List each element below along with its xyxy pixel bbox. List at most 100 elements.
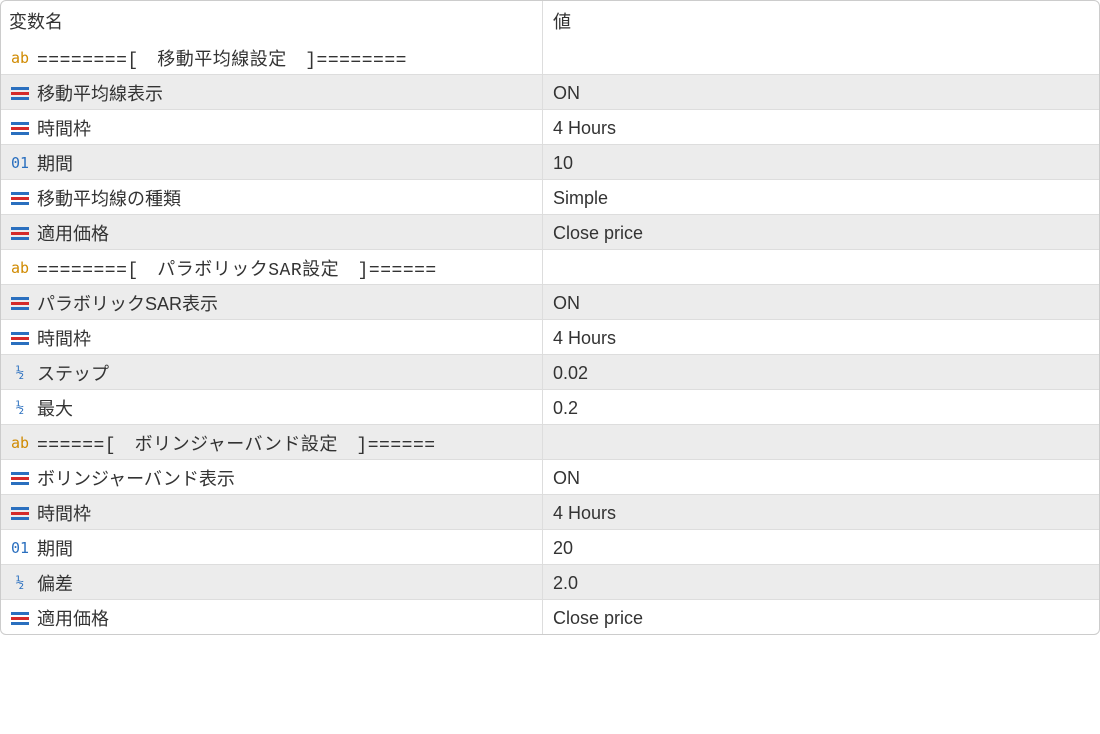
table-row[interactable]: 移動平均線表示 ON	[1, 74, 1099, 109]
param-name-label: 時間枠	[37, 115, 91, 141]
type-double-icon: ½	[9, 362, 31, 384]
param-name-label: ========[ パラボリックSAR設定 ]======	[37, 255, 437, 281]
table-row[interactable]: ½ 偏差 2.0	[1, 564, 1099, 599]
param-value-label: Close price	[553, 223, 643, 244]
param-value-cell[interactable]: Simple	[543, 180, 1099, 214]
param-name-label: 時間枠	[37, 500, 91, 526]
param-name-cell: 01 期間	[1, 530, 543, 564]
type-enum-icon	[9, 327, 31, 349]
param-value-label: 0.2	[553, 398, 578, 419]
param-name-cell: ab ========[ 移動平均線設定 ]========	[1, 39, 543, 74]
header-name-label: 変数名	[9, 8, 63, 34]
param-value-label: 0.02	[553, 363, 588, 384]
param-value-cell[interactable]: 0.2	[543, 390, 1099, 424]
type-enum-icon	[9, 222, 31, 244]
param-name-cell: ½ 偏差	[1, 565, 543, 599]
type-int-icon: 01	[9, 152, 31, 174]
param-name-label: 適用価格	[37, 605, 109, 631]
table-row[interactable]: ab ========[ 移動平均線設定 ]========	[1, 39, 1099, 74]
parameters-table: 変数名 値 ab ========[ 移動平均線設定 ]======== 移動平均線…	[0, 0, 1100, 635]
param-value-cell[interactable]: 10	[543, 145, 1099, 179]
param-value-cell[interactable]	[543, 425, 1099, 459]
param-name-cell: ab ========[ パラボリックSAR設定 ]======	[1, 250, 543, 284]
param-value-cell[interactable]: ON	[543, 285, 1099, 319]
param-name-cell: 適用価格	[1, 600, 543, 634]
param-value-cell[interactable]: ON	[543, 75, 1099, 109]
param-name-label: 期間	[37, 150, 73, 176]
param-name-label: ステップ	[37, 360, 109, 386]
type-string-icon: ab	[9, 257, 31, 279]
type-string-icon: ab	[9, 432, 31, 454]
table-row[interactable]: パラボリックSAR表示ON	[1, 284, 1099, 319]
header-value-label: 値	[553, 8, 571, 34]
param-value-cell[interactable]: 20	[543, 530, 1099, 564]
param-name-label: 期間	[37, 535, 73, 561]
table-row[interactable]: 移動平均線の種類 Simple	[1, 179, 1099, 214]
param-name-cell: 01 期間	[1, 145, 543, 179]
param-name-cell: ボリンジャーバンド表示	[1, 460, 543, 494]
param-name-cell: 移動平均線表示	[1, 75, 543, 109]
type-int-icon: 01	[9, 537, 31, 559]
param-name-label: ========[ 移動平均線設定 ]========	[37, 45, 407, 71]
param-value-label: ON	[553, 468, 580, 489]
table-row[interactable]: 時間枠 4 Hours	[1, 319, 1099, 354]
param-name-cell: 時間枠	[1, 495, 543, 529]
param-value-label: 4 Hours	[553, 328, 616, 349]
table-header-row: 変数名 値	[1, 1, 1099, 39]
param-value-cell[interactable]: Close price	[543, 600, 1099, 634]
table-row[interactable]: 適用価格 Close price	[1, 214, 1099, 249]
table-row[interactable]: ab ========[ パラボリックSAR設定 ]======	[1, 249, 1099, 284]
param-value-label: ON	[553, 83, 580, 104]
param-value-cell[interactable]: Close price	[543, 215, 1099, 249]
param-name-cell: 時間枠	[1, 320, 543, 354]
param-name-label: 適用価格	[37, 220, 109, 246]
param-name-label: ボリンジャーバンド表示	[37, 465, 235, 491]
param-value-cell[interactable]: 0.02	[543, 355, 1099, 389]
table-row[interactable]: ½ ステップ 0.02	[1, 354, 1099, 389]
type-enum-icon	[9, 117, 31, 139]
table-row[interactable]: 時間枠 4 Hours	[1, 494, 1099, 529]
param-value-label: 4 Hours	[553, 503, 616, 524]
type-double-icon: ½	[9, 397, 31, 419]
param-value-cell[interactable]: 4 Hours	[543, 495, 1099, 529]
param-name-label: 最大	[37, 395, 73, 421]
param-value-cell[interactable]: 4 Hours	[543, 320, 1099, 354]
type-enum-icon	[9, 82, 31, 104]
param-value-cell[interactable]: 2.0	[543, 565, 1099, 599]
table-row[interactable]: ボリンジャーバンド表示 ON	[1, 459, 1099, 494]
param-value-cell[interactable]	[543, 250, 1099, 284]
param-name-label: 移動平均線表示	[37, 80, 163, 106]
param-name-label: 偏差	[37, 570, 73, 596]
param-name-label: 移動平均線の種類	[37, 185, 181, 211]
param-value-label: 4 Hours	[553, 118, 616, 139]
param-value-cell[interactable]: 4 Hours	[543, 110, 1099, 144]
param-name-cell: ab ======[ ボリンジャーバンド設定 ]======	[1, 425, 543, 459]
type-double-icon: ½	[9, 572, 31, 594]
param-value-label: ON	[553, 293, 580, 314]
param-name-label: 時間枠	[37, 325, 91, 351]
table-row[interactable]: 時間枠 4 Hours	[1, 109, 1099, 144]
type-enum-icon	[9, 292, 31, 314]
param-value-label: 2.0	[553, 573, 578, 594]
param-value-label: Close price	[553, 608, 643, 629]
type-enum-icon	[9, 607, 31, 629]
header-value-cell: 値	[543, 1, 1099, 39]
param-name-cell: 適用価格	[1, 215, 543, 249]
param-value-label: 20	[553, 538, 573, 559]
param-value-label: 10	[553, 153, 573, 174]
table-row[interactable]: 適用価格 Close price	[1, 599, 1099, 634]
table-row[interactable]: ab ======[ ボリンジャーバンド設定 ]======	[1, 424, 1099, 459]
param-name-cell: 移動平均線の種類	[1, 180, 543, 214]
param-name-label: ======[ ボリンジャーバンド設定 ]======	[37, 430, 436, 456]
param-value-cell[interactable]: ON	[543, 460, 1099, 494]
param-value-label: Simple	[553, 188, 608, 209]
param-name-cell: ½ ステップ	[1, 355, 543, 389]
type-enum-icon	[9, 187, 31, 209]
table-row[interactable]: 01 期間 10	[1, 144, 1099, 179]
param-name-cell: ½ 最大	[1, 390, 543, 424]
param-value-cell[interactable]	[543, 39, 1099, 74]
table-row[interactable]: 01 期間 20	[1, 529, 1099, 564]
param-name-cell: 時間枠	[1, 110, 543, 144]
table-row[interactable]: ½ 最大 0.2	[1, 389, 1099, 424]
type-string-icon: ab	[9, 47, 31, 69]
